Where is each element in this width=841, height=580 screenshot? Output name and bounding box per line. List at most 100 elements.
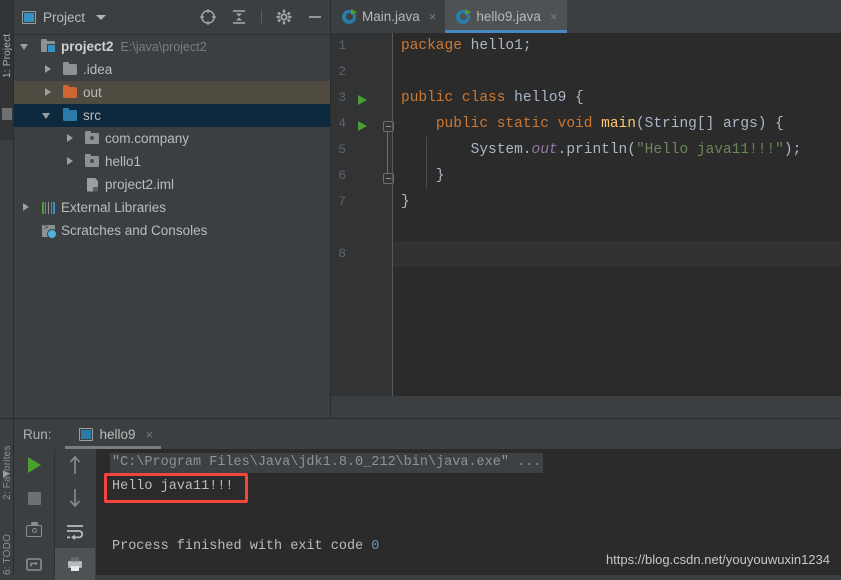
- java-class-icon: [456, 8, 472, 24]
- code-line-7: }: [401, 194, 410, 210]
- code-line-3: public class hello9 {: [401, 90, 584, 106]
- line-number: 1: [338, 38, 346, 53]
- line-number: 4: [338, 116, 346, 131]
- rail-segment-project[interactable]: 1: Project: [0, 0, 14, 140]
- run-tab-label: hello9: [99, 426, 136, 442]
- tree-label: com.company: [105, 131, 190, 146]
- tree-label: Scratches and Consoles: [61, 223, 208, 238]
- chevron-down-icon[interactable]: [42, 110, 53, 121]
- console-exit-code: 0: [371, 539, 380, 554]
- project-window-icon: [22, 10, 36, 24]
- chevron-down-icon[interactable]: [20, 41, 31, 52]
- line-number: 7: [338, 194, 346, 209]
- code-line-6: }: [401, 168, 445, 184]
- code-line-4: public static void main(String[] args) {: [435, 116, 784, 132]
- project-tool-window: Project project2 E:\java\project2 .idea …: [14, 0, 330, 418]
- project-panel-title-group[interactable]: Project: [22, 9, 107, 25]
- tree-row-external-libraries[interactable]: External Libraries: [14, 196, 330, 219]
- tree-row-hello1[interactable]: hello1: [14, 150, 330, 173]
- print-icon[interactable]: [55, 548, 95, 580]
- run-tab-bar: Run: hello9 ×: [14, 419, 841, 449]
- toolbar-divider: [261, 9, 262, 25]
- soft-wrap-icon[interactable]: [55, 515, 95, 547]
- package-icon: [84, 130, 100, 146]
- code-line-1: package hello1;: [401, 38, 532, 54]
- project-panel-title: Project: [43, 9, 86, 25]
- tree-label: hello1: [105, 154, 142, 169]
- arrow-up-icon[interactable]: [55, 449, 95, 481]
- chevron-right-icon[interactable]: [64, 133, 75, 144]
- package-icon: [84, 153, 100, 169]
- run-console[interactable]: "C:\Program Files\Java\jdk1.8.0_212\bin\…: [96, 449, 841, 575]
- run-toolbar-left: [14, 449, 54, 575]
- line-number: 3: [338, 90, 346, 105]
- favorites-arrow-icon: [3, 470, 9, 478]
- editor-gutter[interactable]: 1 2 3 4 5 6 7 8: [331, 33, 394, 418]
- iml-file-icon: [84, 177, 100, 192]
- tree-label: project2.iml: [105, 177, 175, 192]
- chevron-down-icon[interactable]: [96, 14, 107, 20]
- editor-bottom-strip: [331, 396, 841, 418]
- arrow-down-icon[interactable]: [55, 482, 95, 514]
- idea-window: 1: Project 2: Favorites 6: TODO Project: [0, 0, 841, 580]
- run-panel-label: Run:: [23, 426, 52, 442]
- editor-tab-label: hello9.java: [476, 9, 541, 24]
- folder-blue-icon: [62, 107, 78, 123]
- close-icon[interactable]: ×: [550, 9, 558, 24]
- code-line-5: System.out.println("Hello java11!!!");: [401, 142, 802, 158]
- rail-label-project[interactable]: 1: Project: [2, 34, 13, 78]
- tree-row-project2[interactable]: project2 E:\java\project2: [14, 35, 330, 58]
- stop-icon[interactable]: [14, 482, 54, 514]
- left-tool-rail: 1: Project 2: Favorites 6: TODO: [0, 0, 14, 575]
- editor-tab-main-java[interactable]: Main.java ×: [331, 0, 445, 33]
- tree-sublabel: E:\java\project2: [120, 39, 207, 54]
- folder-orange-icon: [62, 84, 78, 100]
- java-class-icon: [342, 8, 357, 24]
- rerun-icon[interactable]: [14, 449, 54, 481]
- project-panel-header: Project: [14, 0, 330, 35]
- tree-label: out: [83, 85, 102, 100]
- tree-row-src[interactable]: src: [14, 104, 330, 127]
- code-editor[interactable]: 1 2 3 4 5 6 7 8 package hello1; public c…: [331, 33, 841, 418]
- panel-marker-icon: [2, 108, 12, 120]
- libraries-icon: [40, 201, 56, 215]
- chevron-right-icon[interactable]: [42, 64, 53, 75]
- run-body: "C:\Program Files\Java\jdk1.8.0_212\bin\…: [14, 449, 841, 580]
- project-tree[interactable]: project2 E:\java\project2 .idea out src …: [14, 35, 330, 418]
- tree-row-idea[interactable]: .idea: [14, 58, 330, 81]
- run-tool-window: Run: hello9 × "C:\Program Files\Java\jdk…: [14, 419, 841, 580]
- run-toolbar-right: [55, 449, 95, 580]
- chevron-right-icon[interactable]: [64, 156, 75, 167]
- run-method-gutter-icon[interactable]: [358, 121, 367, 131]
- editor-area: Main.java × hello9.java × 1 2 3 4 5 6 7 …: [331, 0, 841, 418]
- tree-row-com-company[interactable]: com.company: [14, 127, 330, 150]
- editor-tab-hello9-java[interactable]: hello9.java ×: [445, 0, 567, 33]
- line-number: 2: [338, 64, 346, 79]
- rail-label-todo[interactable]: 6: TODO: [2, 534, 13, 575]
- run-class-gutter-icon[interactable]: [358, 95, 367, 105]
- console-output-line: Hello java11!!!: [112, 479, 234, 494]
- collapse-all-icon[interactable]: [230, 8, 248, 26]
- restore-layout-icon[interactable]: [14, 548, 54, 580]
- tree-row-out[interactable]: out: [14, 81, 330, 104]
- project-panel-actions: [199, 0, 324, 34]
- chevron-right-icon[interactable]: [20, 202, 31, 213]
- code-text[interactable]: package hello1; public class hello9 { pu…: [393, 33, 841, 418]
- close-icon[interactable]: ×: [146, 427, 154, 442]
- watermark-text: https://blog.csdn.net/youyouwuxin1234: [605, 552, 830, 567]
- select-opened-file-icon[interactable]: [199, 8, 217, 26]
- console-finish-line: Process finished with exit code 0: [112, 537, 379, 557]
- close-icon[interactable]: ×: [429, 9, 437, 24]
- tree-row-scratches[interactable]: Scratches and Consoles: [14, 219, 330, 242]
- editor-tab-label: Main.java: [362, 9, 420, 24]
- console-command-line: "C:\Program Files\Java\jdk1.8.0_212\bin\…: [110, 453, 544, 473]
- minimize-icon[interactable]: [306, 8, 324, 26]
- line-number: 6: [338, 168, 346, 183]
- camera-icon[interactable]: [14, 515, 54, 547]
- tree-row-project2-iml[interactable]: project2.iml: [14, 173, 330, 196]
- run-tab-hello9[interactable]: hello9 ×: [64, 419, 161, 449]
- chevron-right-icon[interactable]: [42, 87, 53, 98]
- gear-icon[interactable]: [275, 8, 293, 26]
